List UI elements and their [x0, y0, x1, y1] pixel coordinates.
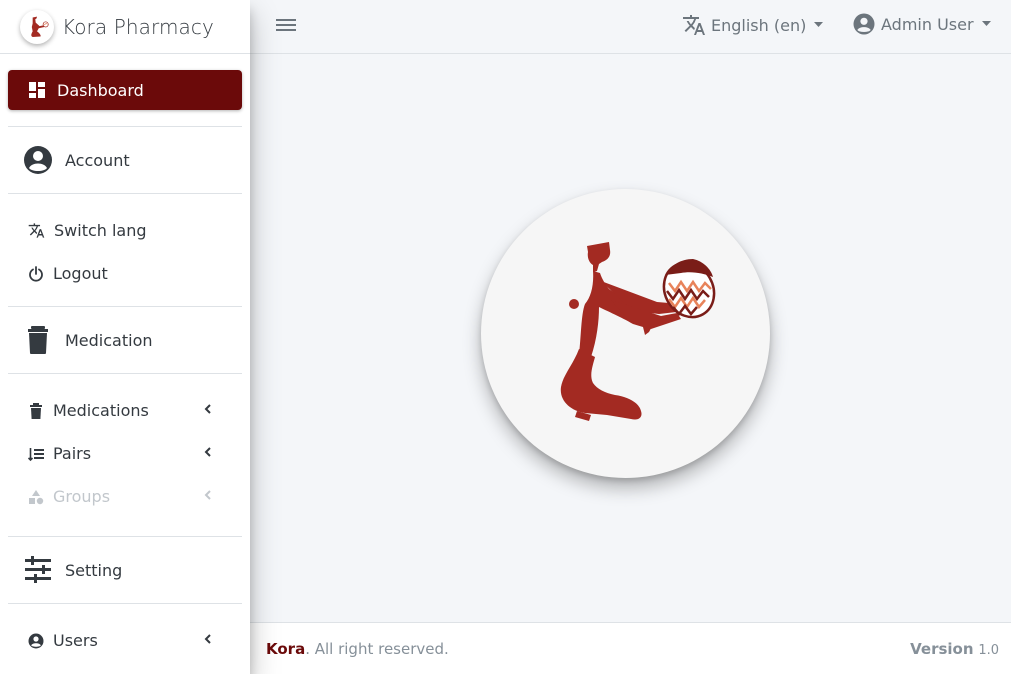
caret-down-icon	[814, 22, 824, 27]
sidebar-header-medication: Medication	[8, 307, 242, 373]
user-circle-icon	[28, 633, 44, 648]
sidebar-item-label: Pairs	[53, 444, 92, 463]
logo-circle	[481, 189, 770, 478]
translate-icon	[683, 15, 705, 35]
top-navbar: English (en) Admin User	[250, 0, 1011, 54]
trash-small-icon	[30, 402, 42, 419]
shapes-icon	[29, 489, 44, 504]
sidebar-header-setting: Setting	[8, 537, 242, 603]
brand-logo	[20, 9, 54, 44]
sidebar-item-users[interactable]: Users	[8, 619, 242, 662]
chevron-left-icon	[204, 490, 211, 500]
account-circle-icon	[24, 146, 52, 174]
sidebar-item-label: Medications	[53, 401, 149, 420]
brand-text: Kora Pharmacy	[62, 14, 214, 39]
language-label: English (en)	[711, 15, 807, 35]
power-icon	[29, 265, 43, 282]
sidebar-nav: Dashboard Account Switch lang Logout Med…	[0, 70, 250, 662]
footer-version: Version 1.0	[910, 640, 999, 658]
trash-icon	[28, 326, 48, 354]
language-dropdown[interactable]: English (en)	[682, 13, 824, 37]
chevron-left-icon	[204, 634, 211, 644]
sidebar-item-label: Dashboard	[57, 80, 144, 100]
user-name: Admin User	[881, 14, 974, 34]
dashboard-icon	[29, 82, 45, 98]
user-dropdown[interactable]: Admin User	[853, 13, 991, 35]
footer-rights-text: . All right reserved.	[305, 639, 449, 658]
chevron-left-icon	[204, 404, 211, 414]
sidebar-item-label: Users	[53, 631, 98, 650]
user-circle-icon	[853, 13, 875, 35]
sidebar-header-account: Account	[8, 127, 242, 193]
sidebar-item-pairs[interactable]: Pairs	[8, 432, 242, 475]
sidebar-item-label: Groups	[53, 487, 111, 506]
sidebar-item-groups[interactable]: Groups	[8, 475, 242, 518]
sidebar-header-label: Medication	[65, 330, 153, 350]
sidebar: Kora Pharmacy Dashboard Account Switch l…	[0, 0, 250, 674]
sidebar-item-label: Switch lang	[54, 221, 147, 240]
sidebar-header-label: Setting	[65, 560, 123, 580]
footer-copyright: Kora. All right reserved.	[266, 640, 449, 658]
footer-brand-link[interactable]: Kora	[266, 640, 305, 658]
sidebar-item-dashboard[interactable]: Dashboard	[8, 70, 242, 110]
sliders-icon	[25, 556, 51, 583]
sidebar-header-label: Account	[65, 150, 130, 170]
menu-toggle-button[interactable]	[276, 17, 296, 37]
sidebar-item-switch-lang[interactable]: Switch lang	[8, 209, 242, 252]
kora-logo-image	[560, 242, 716, 421]
hamburger-icon	[276, 19, 296, 31]
translate-icon	[28, 223, 45, 238]
sidebar-item-medications[interactable]: Medications	[8, 389, 242, 432]
sidebar-item-logout[interactable]: Logout	[8, 252, 242, 295]
caret-down-icon	[981, 21, 991, 26]
brand-link[interactable]: Kora Pharmacy	[0, 0, 250, 54]
sidebar-item-label: Logout	[53, 264, 108, 283]
chevron-left-icon	[204, 447, 211, 457]
version-number: 1.0	[978, 642, 999, 658]
main-content	[250, 54, 1011, 622]
version-label: Version	[910, 639, 974, 658]
footer: Kora. All right reserved. Version 1.0	[250, 622, 1011, 674]
sorted-list-icon	[28, 447, 44, 461]
